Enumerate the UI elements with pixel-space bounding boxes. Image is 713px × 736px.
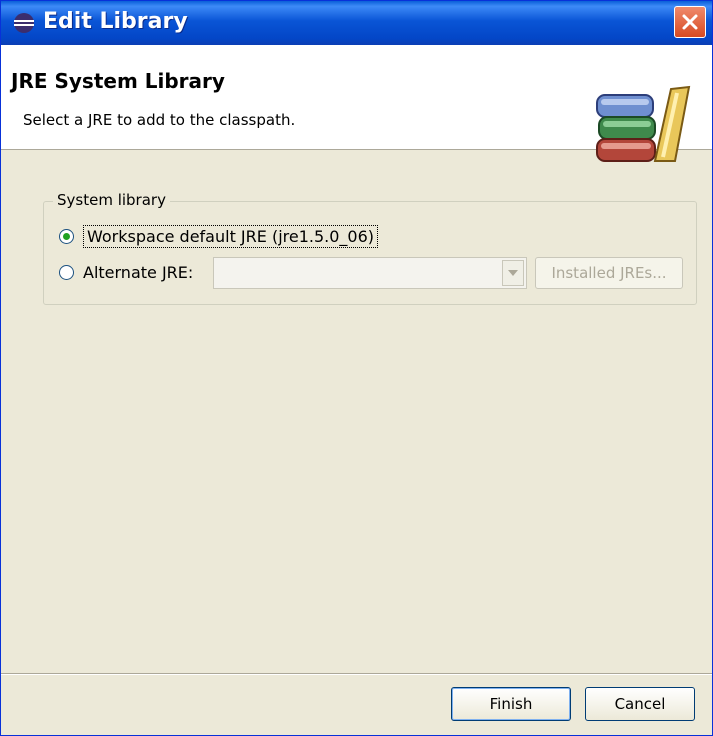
combo-dropdown-button[interactable] [502, 260, 524, 286]
system-library-group [43, 201, 697, 305]
chevron-down-icon [508, 270, 518, 276]
cancel-button[interactable]: Cancel [585, 687, 695, 721]
page-description: Select a JRE to add to the classpath. [23, 111, 296, 129]
workspace-default-label[interactable]: Workspace default JRE (jre1.5.0_06) [83, 225, 379, 248]
eclipse-icon [13, 12, 35, 34]
edit-library-dialog: Edit Library JRE System Library Select a… [0, 0, 713, 736]
window-title: Edit Library [43, 9, 188, 34]
alternate-jre-radio[interactable] [59, 265, 74, 280]
alternate-jre-label[interactable]: Alternate JRE: [83, 263, 193, 282]
alternate-jre-combo[interactable] [213, 257, 527, 289]
system-library-label: System library [53, 191, 170, 209]
close-button[interactable] [674, 6, 706, 38]
title-bar[interactable]: Edit Library [1, 1, 712, 45]
page-title: JRE System Library [11, 69, 225, 93]
wizard-header: JRE System Library Select a JRE to add t… [1, 45, 712, 162]
workspace-default-radio[interactable] [59, 229, 74, 244]
installed-jres-button[interactable]: Installed JREs... [535, 257, 683, 289]
close-icon [682, 14, 698, 30]
button-bar-separator [1, 673, 712, 675]
finish-button[interactable]: Finish [451, 687, 571, 721]
library-books-icon [593, 77, 705, 189]
